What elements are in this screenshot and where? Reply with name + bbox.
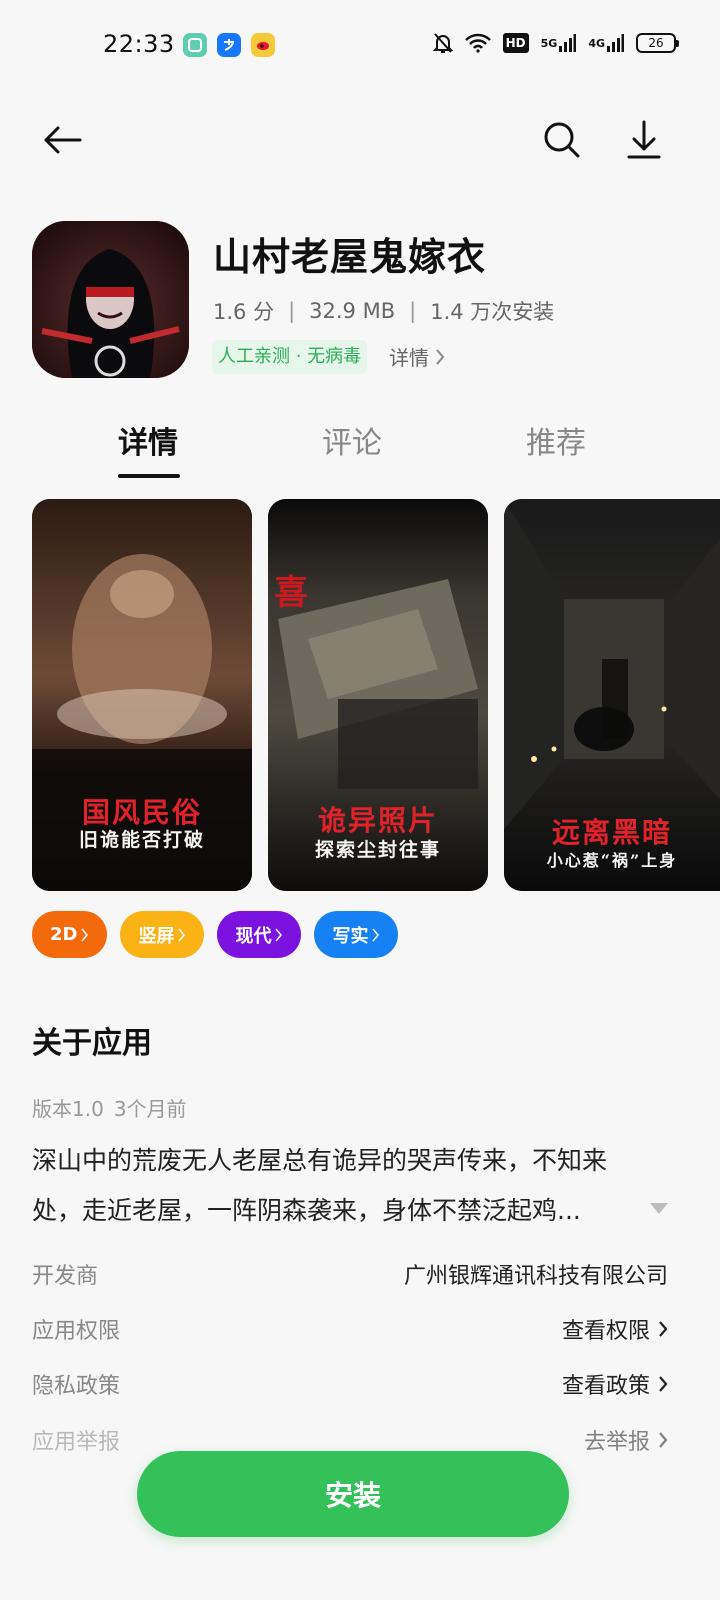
notification-icons — [183, 33, 275, 57]
privacy-link[interactable]: 查看政策 — [562, 1368, 668, 1400]
tab-active-indicator — [118, 474, 180, 478]
tag-label: 2D — [50, 924, 78, 945]
app-size: 32.9 MB — [309, 299, 396, 323]
screenshot-subtitle: 小心惹“祸”上身 — [546, 851, 678, 870]
chevron-right-icon — [372, 928, 380, 941]
screenshot-title: 远离黑暗 — [551, 816, 672, 849]
install-button[interactable]: 安装 — [137, 1451, 569, 1537]
app-icon — [32, 221, 189, 378]
download-manager-button[interactable] — [622, 118, 666, 162]
permissions-label: 应用权限 — [32, 1319, 121, 1344]
app-meta: 1.6 分 | 32.9 MB | 1.4 万次安装 — [213, 296, 554, 326]
permissions-link[interactable]: 查看权限 — [562, 1313, 668, 1345]
chevron-right-icon — [659, 1376, 668, 1392]
privacy-link-label: 查看政策 — [561, 1374, 650, 1399]
search-icon — [544, 122, 580, 158]
signal-4g-label: 4G — [588, 36, 605, 50]
chevron-right-icon — [659, 1321, 668, 1337]
back-button[interactable] — [40, 118, 84, 162]
meta-separator: | — [409, 299, 417, 323]
status-indicators: HD 5G 4G 26 — [432, 32, 679, 54]
tab-recommended[interactable]: 推荐 — [526, 418, 586, 462]
chevron-right-icon — [81, 928, 89, 941]
tag-label: 写实 — [332, 925, 369, 947]
description-line: 深山中的荒废无人老屋总有诡异的哭声传来，不知来 — [32, 1146, 608, 1175]
expand-down-icon[interactable] — [650, 1203, 668, 1214]
developer-value: 广州银辉通讯科技有限公司 — [403, 1264, 668, 1289]
tag-label: 现代 — [235, 925, 272, 947]
tab-reviews[interactable]: 评论 — [322, 418, 382, 462]
screenshot-3[interactable]: 远离黑暗 小心惹“祸”上身 — [504, 499, 720, 891]
permissions-link-label: 查看权限 — [561, 1319, 650, 1344]
screenshot-subtitle: 旧诡能否打破 — [78, 829, 205, 851]
tag-realistic[interactable]: 写实 — [314, 911, 399, 958]
tag-modern[interactable]: 现代 — [217, 911, 302, 958]
details-link-label: 详情 — [389, 346, 429, 370]
permissions-row[interactable]: 应用权限 查看权限 — [32, 1313, 668, 1345]
weibo-notification-icon — [251, 33, 275, 57]
app-notification-icon — [183, 33, 207, 57]
tag-portrait[interactable]: 竖屏 — [120, 911, 205, 958]
developer-label: 开发商 — [32, 1264, 99, 1289]
screenshot-title: 诡异照片 — [317, 804, 438, 837]
hd-voice-badge: HD — [502, 33, 529, 53]
updated-text: 3个月前 — [113, 1097, 187, 1121]
tag-label: 竖屏 — [138, 925, 175, 947]
chevron-right-icon — [659, 1432, 668, 1448]
chevron-right-icon — [275, 928, 283, 941]
version-text: 版本1.0 — [32, 1097, 104, 1121]
safety-badge: 人工亲测 · 无病毒 — [212, 340, 368, 374]
screenshot-2[interactable]: 喜 诡异照片 探索尘封往事 — [268, 499, 488, 891]
wifi-icon — [464, 33, 491, 53]
app-description[interactable]: 深山中的荒废无人老屋总有诡异的哭声传来，不知来 处，走近老屋，一阵阴森袭来，身体… — [32, 1136, 672, 1236]
app-installs: 1.4 万次安装 — [430, 300, 555, 324]
privacy-label: 隐私政策 — [32, 1374, 121, 1399]
svg-text:喜: 喜 — [274, 573, 308, 613]
chevron-right-icon — [178, 928, 186, 941]
status-time: 22:33 — [103, 30, 175, 58]
signal-4g-icon: 4G — [588, 34, 624, 52]
download-icon — [627, 120, 661, 159]
privacy-row[interactable]: 隐私政策 查看政策 — [32, 1368, 668, 1400]
mute-bell-icon — [432, 32, 453, 54]
tag-2d[interactable]: 2D — [32, 911, 108, 958]
description-line: 处，走近老屋，一阵阴森袭来，身体不禁泛起鸡... — [32, 1196, 581, 1225]
about-heading: 关于应用 — [32, 1026, 152, 1061]
tag-list: 2D 竖屏 现代 写实 — [32, 911, 399, 958]
developer-row: 开发商 广州银辉通讯科技有限公司 — [32, 1258, 668, 1290]
tab-details[interactable]: 详情 — [118, 418, 178, 462]
app-title: 山村老屋鬼嫁衣 — [213, 235, 487, 279]
screenshot-subtitle: 探索尘封往事 — [314, 839, 441, 861]
signal-5g-label: 5G — [540, 36, 558, 50]
back-arrow-icon — [44, 126, 82, 154]
signal-5g-icon: 5G — [541, 34, 577, 52]
alipay-notification-icon — [217, 33, 241, 57]
details-link[interactable]: 详情 — [389, 342, 445, 371]
chevron-right-icon — [436, 348, 445, 365]
meta-separator: | — [288, 299, 296, 323]
search-button[interactable] — [540, 118, 584, 162]
status-bar: 22:33 HD 5G 4G 26 — [0, 0, 720, 92]
screenshot-1[interactable]: 国风民俗 旧诡能否打破 — [32, 499, 252, 891]
battery-icon: 26 — [636, 33, 679, 53]
app-rating: 1.6 分 — [213, 300, 275, 324]
version-line: 版本1.0 3个月前 — [32, 1093, 187, 1122]
